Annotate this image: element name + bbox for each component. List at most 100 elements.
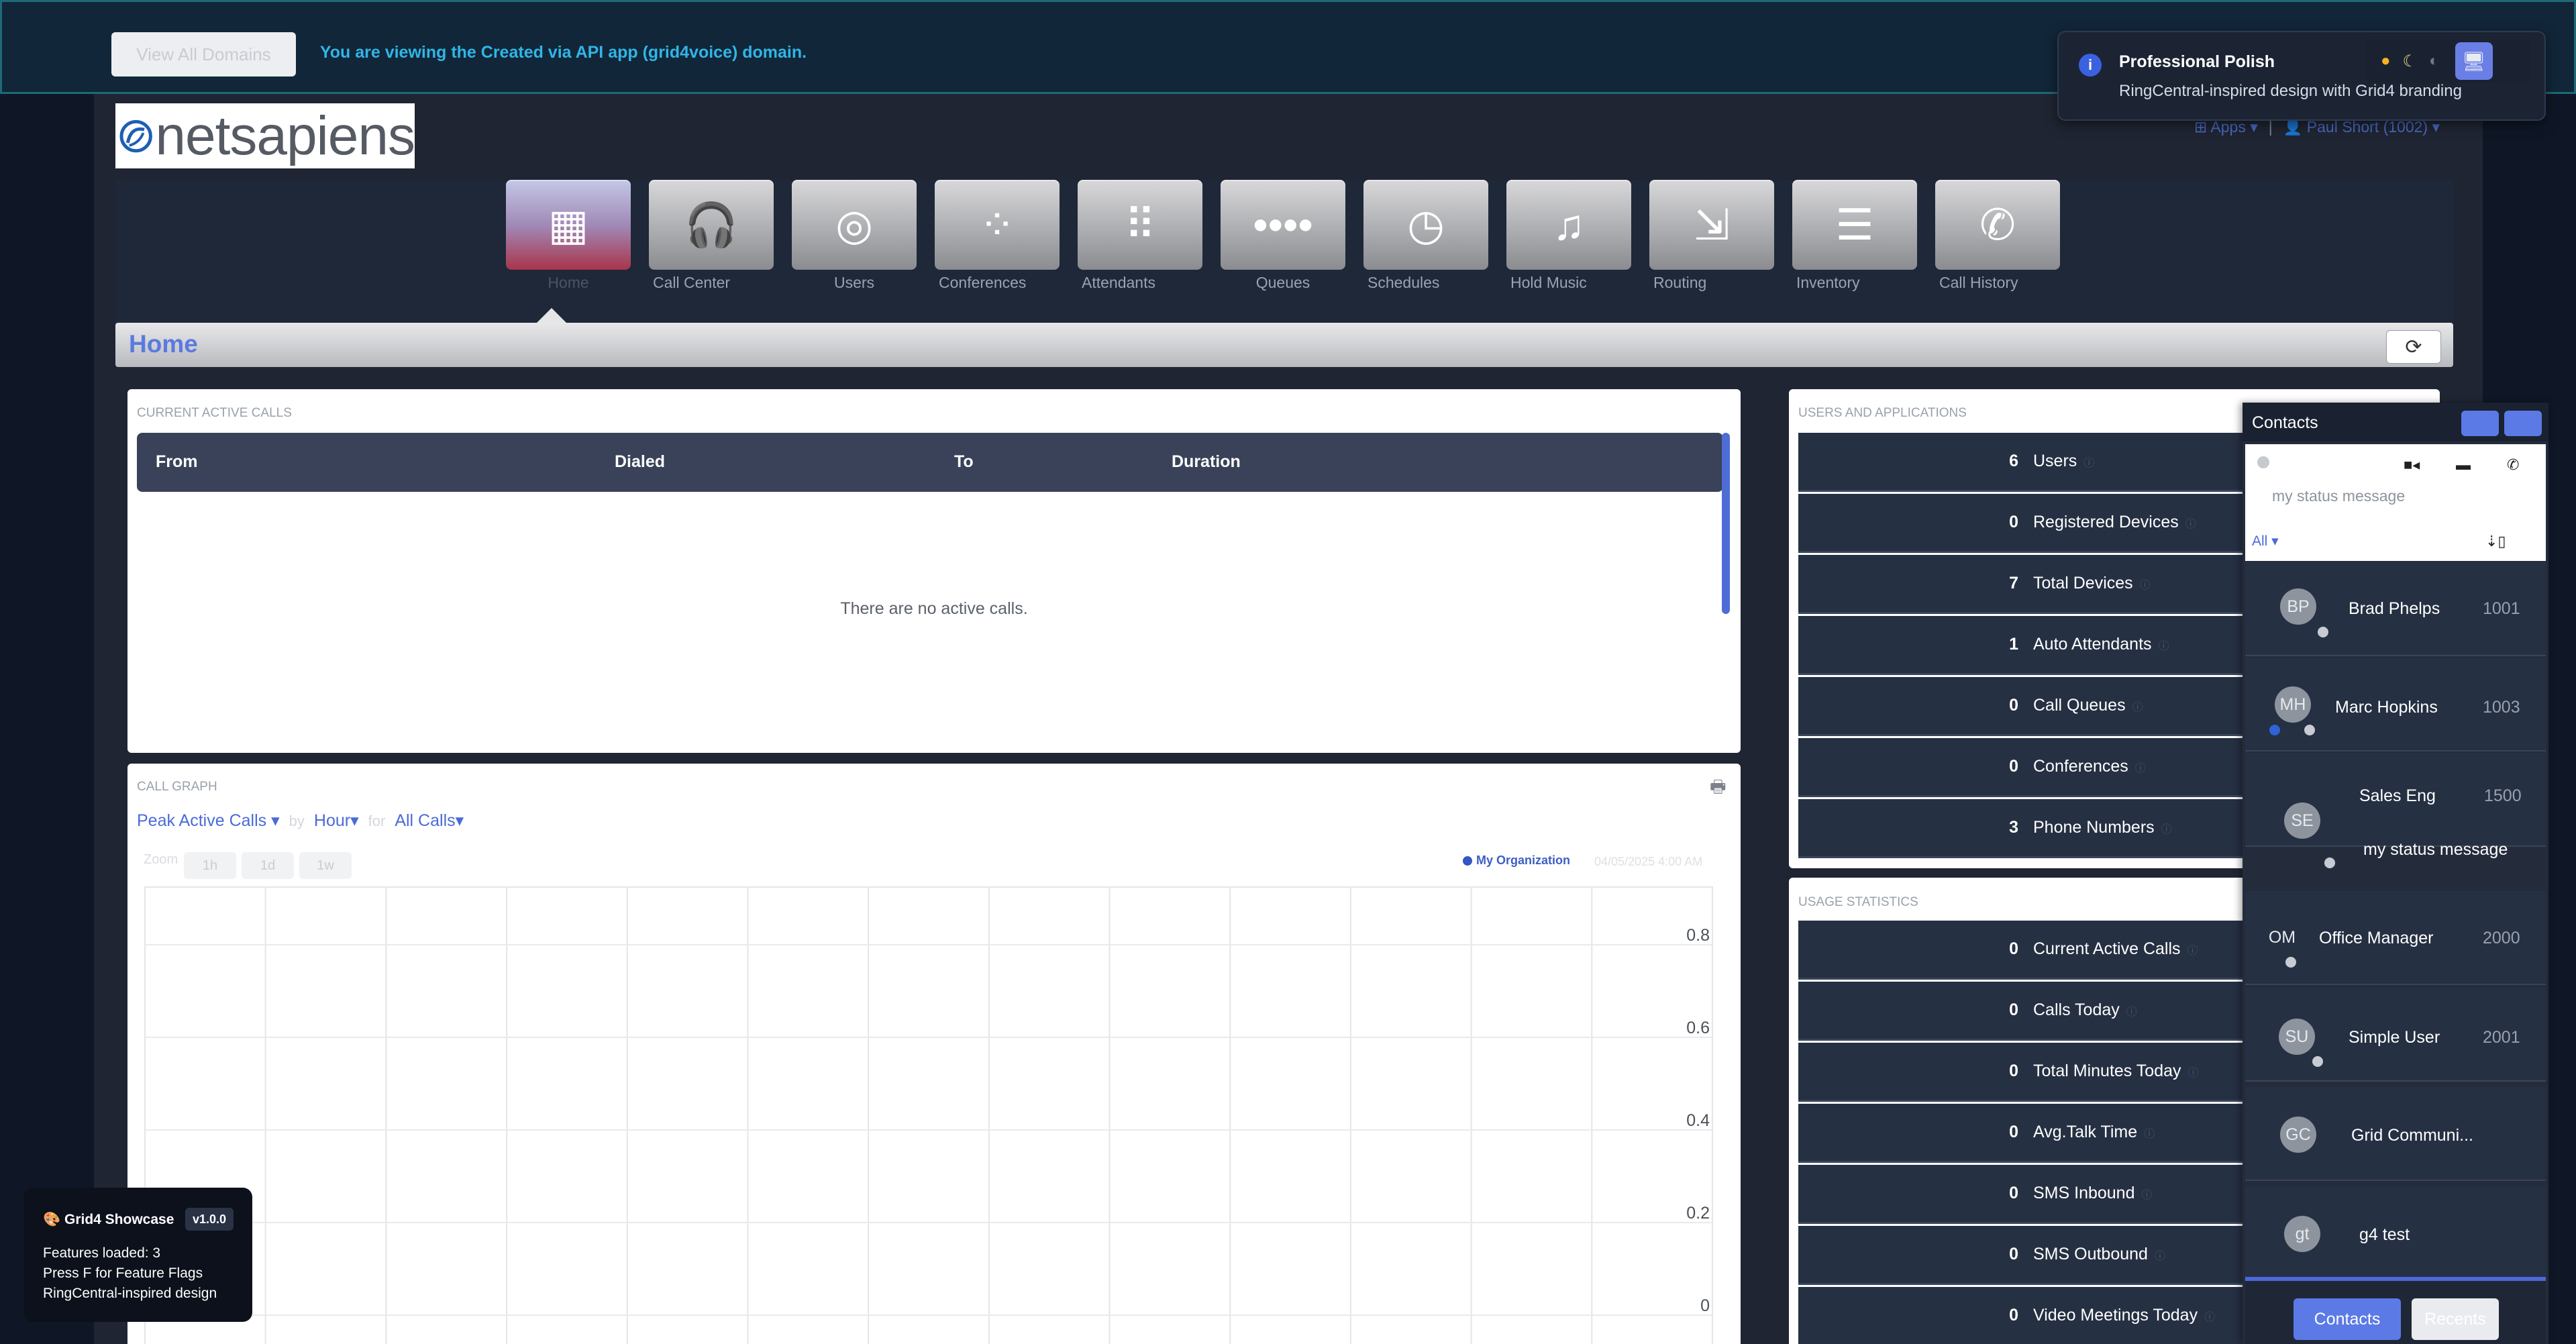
column-duration[interactable]: Duration [1172,452,1241,472]
nav-call-history[interactable]: ✆ Call History [1935,180,2060,291]
stat-row[interactable]: 0 Conferences ⓘ [1798,738,2268,797]
zoom-1h-button[interactable]: 1h [184,852,236,879]
info-icon[interactable]: ⓘ [2144,1125,2155,1141]
stat-row[interactable]: 1 Auto Attendants ⓘ [1798,616,2268,675]
stat-value: 0 [2009,1306,2018,1325]
column-from[interactable]: From [156,452,198,472]
zoom-1d-button[interactable]: 1d [242,852,294,879]
stat-row[interactable]: 0 Call Queues ⓘ [1798,677,2268,736]
contact-name: g4 test [2359,1225,2410,1244]
dark-mode-icon[interactable]: ◐ [2429,52,2439,70]
sort-icon[interactable]: ⇣▯ [2485,533,2506,550]
metric-dropdown[interactable]: Peak Active Calls ▾ [137,811,280,831]
stat-row[interactable]: 0 Current Active Calls ⓘ [1798,921,2268,980]
info-icon[interactable]: ⓘ [2083,454,2094,470]
moon-icon[interactable]: ☾ [2403,52,2418,71]
video-icon[interactable]: ■◂ [2404,456,2420,474]
stat-row[interactable]: 0 SMS Outbound ⓘ [1798,1226,2268,1285]
nav-label: Call History [1939,274,2018,291]
stat-label: Conferences [2033,757,2128,776]
phone-history-icon: ✆ [1979,201,2016,249]
status-message-input[interactable]: my status message [2272,487,2405,505]
nav-label: Attendants [1082,274,1155,291]
theme-switcher: ● ☾ ◐ 🖥 [2366,39,2531,83]
nav-label: Call Center [653,274,731,291]
header-separator: | [2268,118,2273,136]
apps-menu[interactable]: ⊞ Apps ▾ [2194,118,2258,136]
nav-queues[interactable]: •••• Queues [1221,180,1345,291]
stat-row[interactable]: 0 Registered Devices ⓘ [1798,494,2268,553]
stat-value: 0 [2009,513,2018,531]
info-icon[interactable]: ⓘ [2161,820,2172,836]
headset-icon: 🎧 [684,201,738,249]
stat-row[interactable]: 6 Users ⓘ [1798,433,2268,492]
chart-legend[interactable]: My Organization [1463,854,1570,868]
toast-title: Professional Polish [2119,52,2275,71]
presence-dot [2316,625,2330,639]
stat-label: Current Active Calls [2033,939,2181,958]
refresh-button[interactable]: ⟳ [2386,330,2441,364]
avatar: OM [2268,927,2296,947]
info-icon[interactable]: ⓘ [2159,637,2169,653]
info-icon[interactable]: ⓘ [2187,941,2198,958]
nav-users[interactable]: ◎ Users [792,180,917,291]
chat-icon[interactable]: ▬ [2456,456,2471,474]
info-icon[interactable]: ⓘ [2135,759,2146,775]
call-graph-title: CALL GRAPH [137,780,217,794]
stat-row[interactable]: 0 Calls Today ⓘ [1798,982,2268,1041]
nav-schedules[interactable]: ◷ Schedules [1363,180,1488,291]
stat-row[interactable]: 0 Total Minutes Today ⓘ [1798,1043,2268,1102]
user-menu[interactable]: 👤 Paul Short (1002) ▾ [2283,118,2440,136]
nav-attendants[interactable]: ⠿ Attendants [1078,180,1202,291]
stat-value: 0 [2009,696,2018,715]
info-icon[interactable]: ⓘ [2204,1308,2215,1324]
info-icon[interactable]: ⓘ [2132,698,2143,714]
nav-inventory[interactable]: ☰ Inventory [1792,180,1917,291]
nav-conferences[interactable]: ⁘ Conferences [935,180,1060,291]
contacts-expand-button[interactable] [2504,411,2542,436]
info-icon[interactable]: ⓘ [2142,1186,2153,1202]
interval-dropdown[interactable]: Hour▾ [314,811,359,831]
metric-label: Peak Active Calls [137,811,267,830]
showcase-line: Press F for Feature Flags [43,1265,203,1281]
monitor-icon[interactable]: 🖥 [2455,42,2493,80]
info-icon[interactable]: ⓘ [2155,1247,2165,1263]
tab-recents[interactable]: Recents [2412,1298,2499,1340]
contact-status-message: my status message [2363,840,2508,859]
nav-call-center[interactable]: 🎧 Call Center [649,180,774,291]
zoom-1w-button[interactable]: 1w [299,852,352,879]
legend-label: My Organization [1476,854,1571,867]
my-presence-dot[interactable] [2257,456,2269,468]
tab-contacts[interactable]: Contacts [2294,1298,2401,1340]
interval-label: Hour [313,811,351,830]
info-icon[interactable]: ⓘ [2188,1064,2199,1080]
stat-label: Phone Numbers [2033,818,2155,837]
info-icon[interactable]: ⓘ [2126,1002,2137,1019]
stat-label: Auto Attendants [2033,635,2152,654]
stat-row[interactable]: 0 Video Meetings Today ⓘ [1798,1287,2268,1344]
nav-home[interactable]: ▦ Home [506,180,631,291]
contacts-filter-dropdown[interactable]: All ▾ [2252,533,2279,550]
column-dialed[interactable]: Dialed [615,452,665,472]
call-type-dropdown[interactable]: All Calls▾ [395,811,464,831]
stat-row[interactable]: 3 Phone Numbers ⓘ [1798,799,2268,858]
netsapiens-logo[interactable]: netsapiens [115,103,415,168]
column-to[interactable]: To [954,452,974,472]
stat-value: 0 [2009,1000,2018,1019]
presence-dot [2323,856,2336,870]
phone-icon[interactable]: ✆ [2507,456,2519,474]
stat-row[interactable]: 0 SMS Inbound ⓘ [1798,1165,2268,1224]
stat-row[interactable]: 7 Total Devices ⓘ [1798,555,2268,614]
nav-routing[interactable]: ⇲ Routing [1649,180,1774,291]
info-icon[interactable]: ⓘ [2140,576,2151,592]
active-calls-scrollbar[interactable] [1722,433,1730,614]
stat-row[interactable]: 0 Avg.Talk Time ⓘ [1798,1104,2268,1163]
print-icon[interactable]: 🖶 [1710,774,1727,804]
contacts-minimize-button[interactable] [2461,411,2499,436]
nav-hold-music[interactable]: ♫ Hold Music [1506,180,1631,291]
info-icon[interactable]: ⓘ [2185,515,2196,531]
sun-icon[interactable]: ● [2381,52,2391,70]
stat-value: 3 [2009,818,2018,837]
contact-name: Grid Communi... [2351,1126,2473,1145]
active-calls-title: CURRENT ACTIVE CALLS [137,406,292,420]
